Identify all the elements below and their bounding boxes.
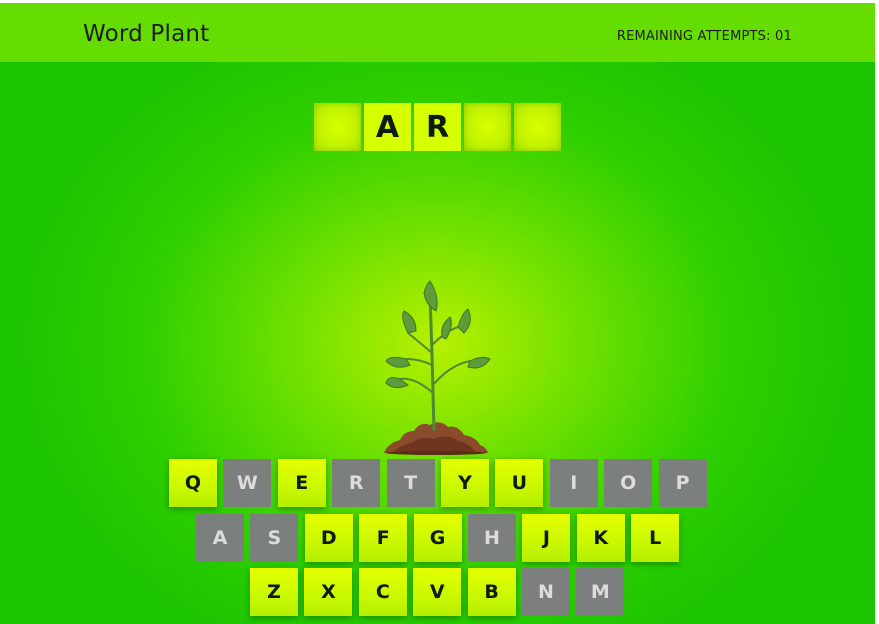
key-c[interactable]: C (358, 568, 407, 616)
header-bar: Word Plant REMAINING ATTEMPTS: 01 (0, 3, 875, 62)
letter-slot (314, 103, 361, 151)
key-a[interactable]: A (196, 514, 244, 562)
letter-slot (464, 103, 511, 151)
key-g[interactable]: G (413, 514, 462, 562)
key-b[interactable]: B (467, 568, 516, 616)
remaining-attempts: REMAINING ATTEMPTS: 01 (616, 29, 792, 44)
key-l[interactable]: L (631, 514, 680, 562)
key-z[interactable]: Z (250, 568, 298, 616)
sprout-plant-icon (384, 280, 491, 455)
key-q[interactable]: Q (169, 459, 217, 507)
key-y[interactable]: Y (441, 459, 489, 507)
key-v[interactable]: V (413, 568, 462, 616)
key-h[interactable]: H (468, 514, 516, 562)
key-k[interactable]: K (576, 514, 625, 562)
key-o[interactable]: O (604, 459, 653, 507)
letter-slot (514, 103, 561, 151)
key-u[interactable]: U (495, 459, 544, 507)
key-r[interactable]: R (332, 459, 381, 507)
key-i[interactable]: I (549, 459, 598, 507)
key-e[interactable]: E (277, 459, 326, 507)
key-d[interactable]: D (304, 514, 353, 562)
key-s[interactable]: S (250, 514, 299, 562)
letter-slot: A (364, 103, 411, 151)
app-title: Word Plant (83, 21, 210, 47)
key-n[interactable]: N (522, 568, 570, 616)
game-canvas: Word Plant REMAINING ATTEMPTS: 01 A R QW… (0, 3, 875, 624)
key-j[interactable]: J (522, 514, 571, 562)
key-f[interactable]: F (359, 514, 408, 562)
key-m[interactable]: M (576, 568, 625, 616)
key-t[interactable]: T (386, 459, 435, 507)
letter-slot: R (414, 103, 461, 151)
key-x[interactable]: X (304, 568, 353, 616)
key-w[interactable]: W (223, 459, 272, 507)
key-p[interactable]: P (658, 459, 707, 507)
word-slots: A R (314, 103, 564, 151)
